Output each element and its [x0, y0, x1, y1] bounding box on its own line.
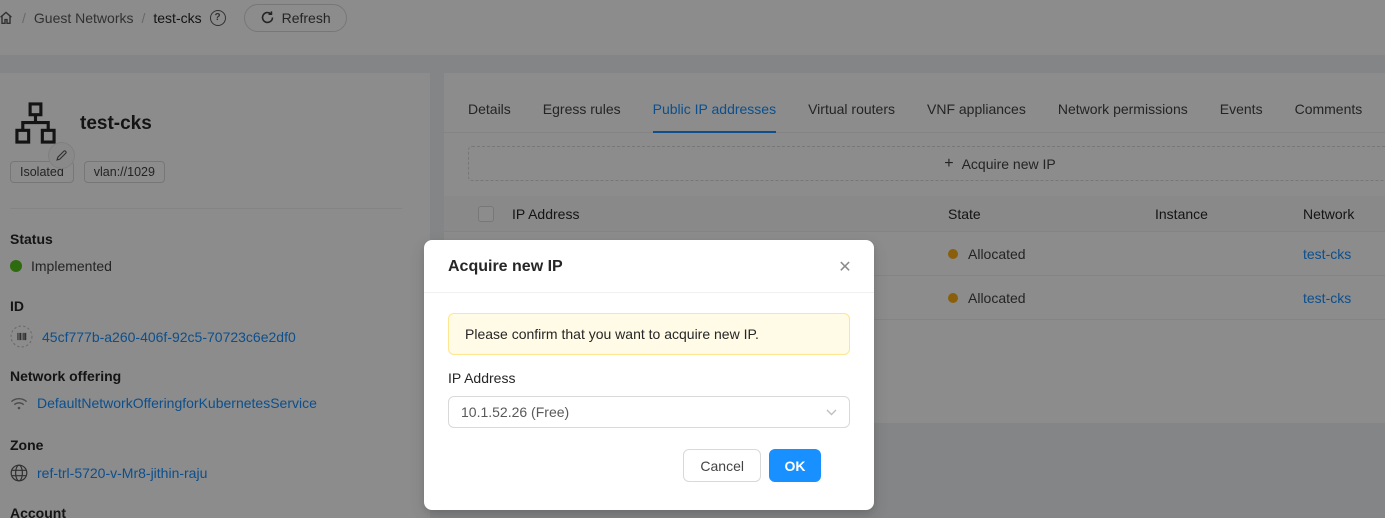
ip-address-label: IP Address — [448, 370, 850, 386]
close-icon[interactable]: ✕ — [833, 256, 857, 280]
dialog-title: Acquire new IP — [448, 258, 563, 275]
ip-address-select[interactable]: 10.1.52.26 (Free) — [448, 396, 850, 428]
confirm-alert: Please confirm that you want to acquire … — [448, 313, 850, 355]
acquire-new-ip-dialog: Acquire new IP ✕ Please confirm that you… — [424, 240, 874, 510]
cancel-button[interactable]: Cancel — [683, 449, 761, 482]
dialog-footer: Cancel OK — [448, 449, 850, 482]
ok-button[interactable]: OK — [769, 449, 821, 482]
chevron-down-icon — [826, 409, 837, 416]
dialog-header: Acquire new IP ✕ — [424, 240, 874, 293]
ip-address-selected-value: 10.1.52.26 (Free) — [461, 404, 826, 420]
dialog-body: Please confirm that you want to acquire … — [424, 293, 874, 482]
